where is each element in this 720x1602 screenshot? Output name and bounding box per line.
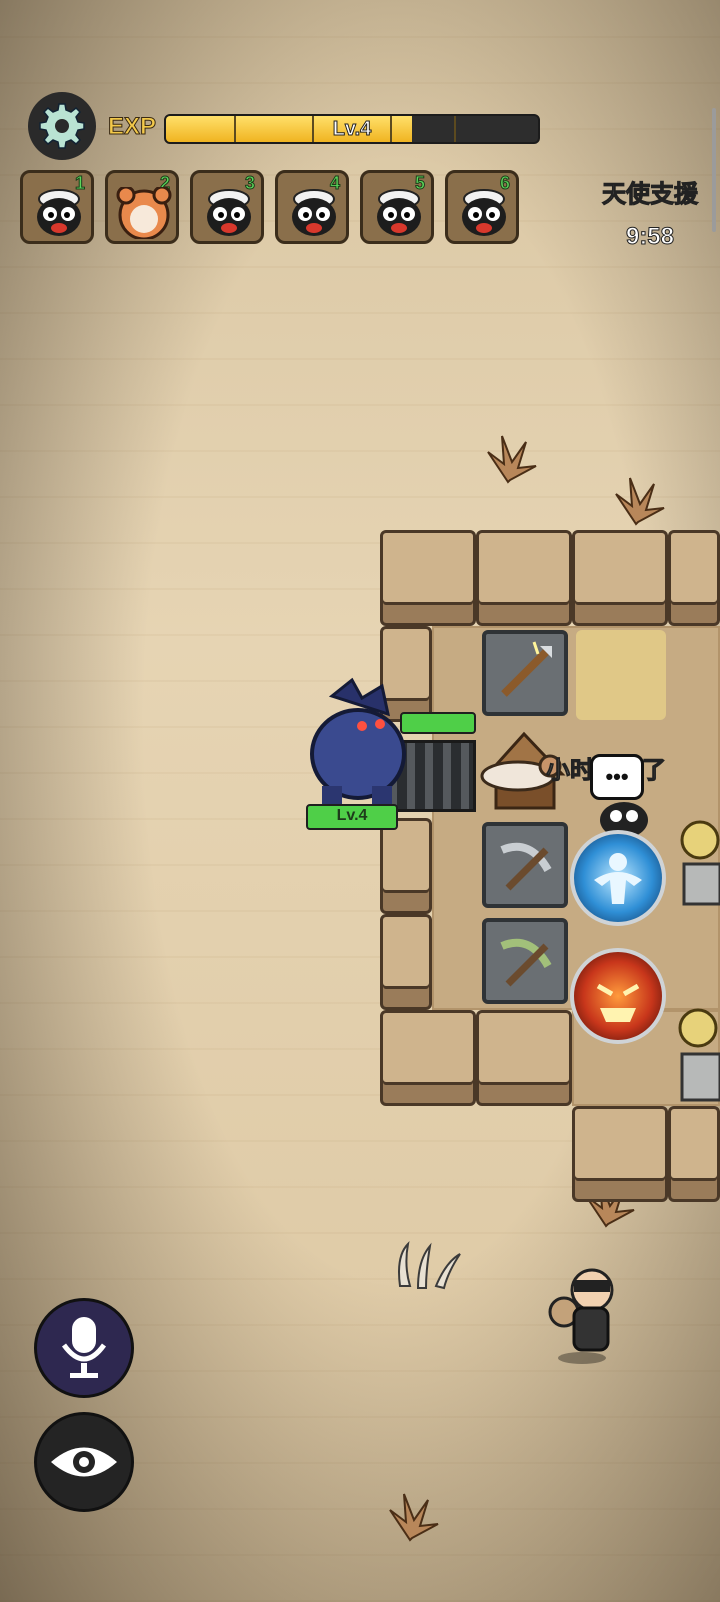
- stone-wall-block: [572, 530, 668, 626]
- werewolf-icon[interactable]: [292, 674, 426, 808]
- stone-wall-block: [476, 1010, 572, 1106]
- bones-icon: [398, 1241, 461, 1290]
- angry-face-icon: [596, 983, 640, 1022]
- spear-item-tile[interactable]: [482, 630, 568, 716]
- dry-plant-icon: [487, 435, 537, 484]
- dry-plant-icon: [389, 1493, 439, 1542]
- enemy-level-bar: Lv.4: [306, 804, 398, 830]
- stone-wall-block: [476, 530, 572, 626]
- team-slot-1[interactable]: 1: [20, 170, 94, 244]
- sheep-icon: [377, 189, 421, 236]
- dry-plant-icon: [615, 477, 665, 526]
- sheep-icon: [207, 189, 251, 236]
- gear-icon: [39, 103, 85, 149]
- team-slot-6[interactable]: 6: [445, 170, 519, 244]
- crossbow-icon: [500, 938, 552, 987]
- support-title: 天使支援: [602, 181, 699, 209]
- stone-wall-block: [380, 914, 432, 1010]
- stone-wall-block: [572, 1106, 668, 1202]
- voice-button[interactable]: [34, 1298, 134, 1398]
- sheep-icon: [292, 189, 336, 236]
- stone-wall-block: [668, 530, 720, 626]
- sheep-icon: [37, 189, 81, 236]
- muscle-man-icon: [594, 853, 642, 904]
- sheep-icon: [462, 189, 506, 236]
- crossbow-tile[interactable]: [482, 822, 568, 908]
- rage-skill-button[interactable]: [570, 948, 666, 1044]
- angel-support[interactable]: 天使支援 9:58: [602, 174, 699, 251]
- thief-icon[interactable]: [548, 1266, 620, 1366]
- stone-wall-block: [380, 1010, 476, 1106]
- golden-flower-icon: [680, 820, 720, 906]
- team-slot-4[interactable]: 4: [275, 170, 349, 244]
- golden-flower-icon: [678, 1008, 720, 1102]
- team-slot-2[interactable]: 2: [105, 170, 179, 244]
- crossbow-icon: [500, 842, 552, 891]
- level-text: Lv.4: [332, 118, 372, 141]
- stone-wall-block: [668, 1106, 720, 1202]
- bear-costume-sheep-icon: [116, 187, 172, 239]
- settings-button[interactable]: [28, 92, 96, 160]
- stone-wall-block: [380, 530, 476, 626]
- eye-icon: [51, 1447, 117, 1477]
- view-button[interactable]: [34, 1412, 134, 1512]
- crossbow-tile[interactable]: [482, 918, 568, 1004]
- support-timer: 9:58: [625, 223, 675, 251]
- glowing-tile[interactable]: [576, 630, 666, 720]
- microphone-icon: [61, 1317, 107, 1378]
- power-up-skill-button[interactable]: [570, 830, 666, 926]
- exp-label: EXP: [107, 113, 157, 141]
- team-slot-5[interactable]: 5: [360, 170, 434, 244]
- spear-icon: [501, 641, 552, 697]
- team-slot-3[interactable]: 3: [190, 170, 264, 244]
- exp-bar: Lv.4: [164, 114, 540, 144]
- stone-wall-block: [380, 818, 432, 914]
- scrollbar[interactable]: [712, 108, 716, 232]
